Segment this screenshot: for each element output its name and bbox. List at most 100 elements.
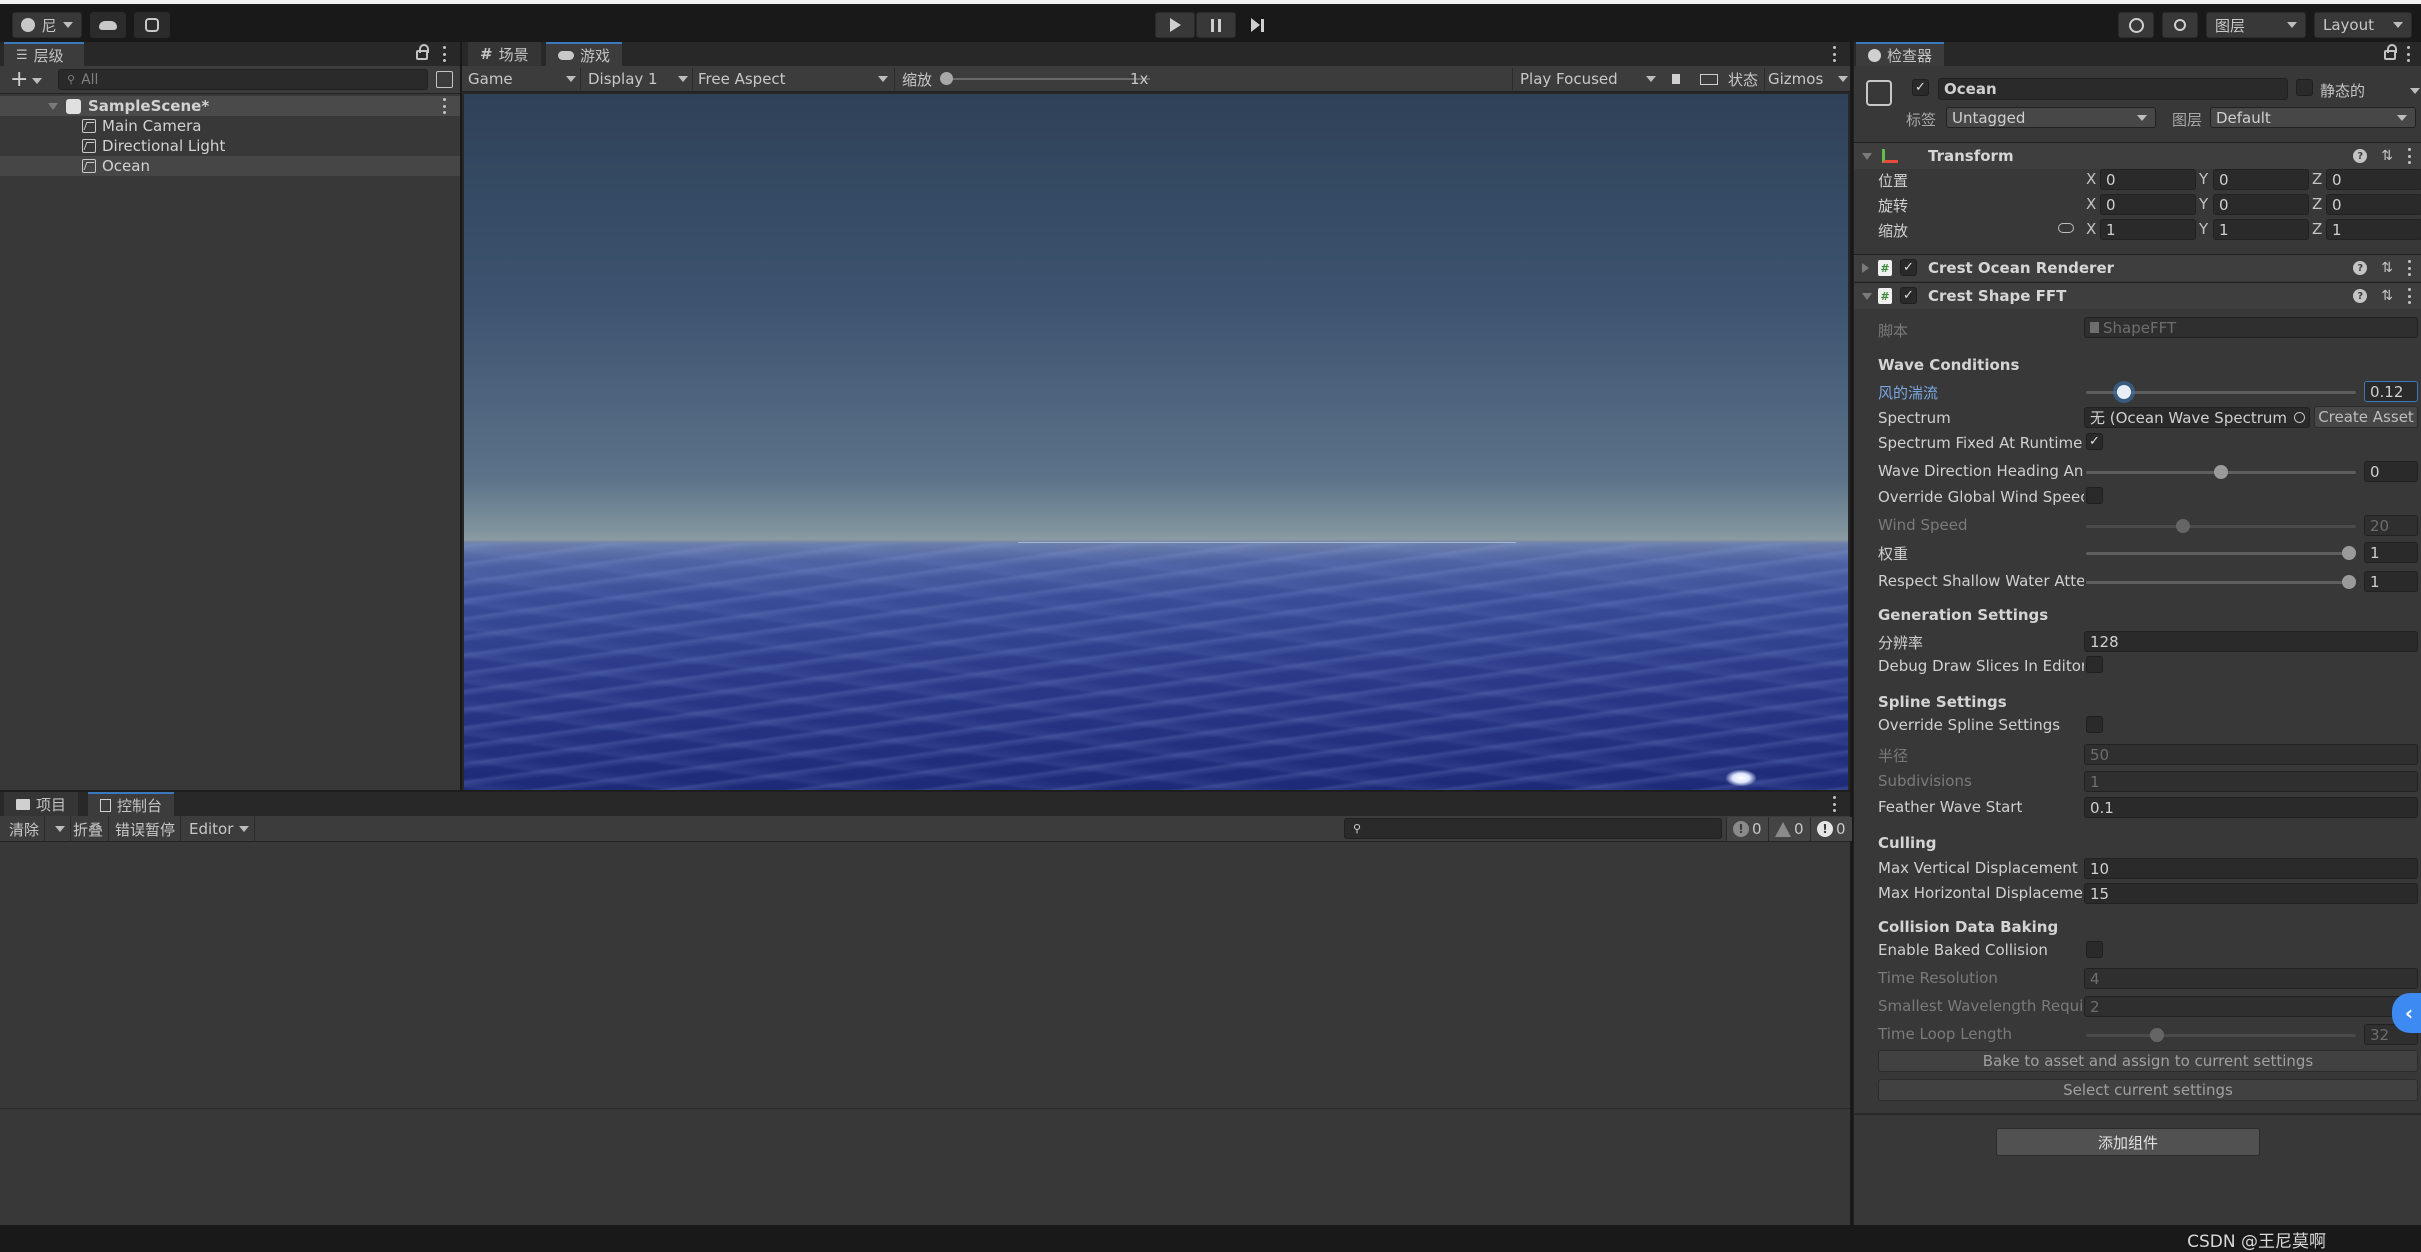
transform-x-input[interactable]: 0 [2100, 194, 2196, 215]
slider-thumb[interactable] [2116, 385, 2131, 399]
fold-icon[interactable] [1862, 263, 1869, 273]
play-button[interactable] [1155, 12, 1195, 38]
fold-icon[interactable] [1862, 292, 1872, 300]
tag-dropdown[interactable]: Untagged [1946, 107, 2156, 128]
transform-y-input[interactable]: 1 [2213, 219, 2309, 240]
bake-to-asset-button[interactable]: Bake to asset and assign to current sett… [1878, 1050, 2418, 1072]
play-mode-dropdown[interactable]: Play Focused [1520, 66, 1656, 92]
crest-ocean-renderer-header[interactable]: # ✓ Crest Ocean Renderer ? ⇅ [1854, 254, 2421, 281]
help-icon[interactable]: ? [2353, 289, 2368, 303]
help-icon[interactable]: ? [2353, 261, 2368, 275]
warning-filter-toggle[interactable]: 0 [1768, 817, 1810, 841]
wind-turbulence-input[interactable]: 0.12 [2364, 381, 2418, 402]
max-horizontal-input[interactable]: 15 [2084, 883, 2418, 904]
account-dropdown[interactable]: 尼 [12, 12, 82, 38]
presets-icon[interactable]: ⇅ [2381, 148, 2393, 164]
component-enabled-checkbox[interactable]: ✓ [1900, 259, 1917, 276]
chevron-down-icon[interactable] [32, 78, 42, 84]
transform-y-input[interactable]: 0 [2213, 194, 2309, 215]
search-button[interactable] [2162, 12, 2198, 38]
scene-row[interactable]: SampleScene* [0, 96, 460, 116]
override-spline-checkbox[interactable] [2086, 716, 2103, 733]
error-pause-toggle[interactable]: 错误暂停 [110, 816, 182, 842]
max-vertical-input[interactable]: 10 [2084, 858, 2418, 879]
select-current-settings-button[interactable]: Select current settings [1878, 1079, 2418, 1101]
override-wind-checkbox[interactable] [2086, 487, 2103, 504]
fold-icon[interactable] [1862, 152, 1872, 160]
stats-toggle[interactable]: 状态 [1728, 66, 1758, 92]
hierarchy-item-selected[interactable]: Ocean [0, 156, 460, 176]
collab-button[interactable] [134, 12, 170, 38]
gizmos-dropdown[interactable] [1832, 66, 1848, 92]
constrain-proportions-icon[interactable] [2058, 223, 2074, 233]
shallow-water-input[interactable]: 1 [2364, 571, 2418, 592]
tab-inspector[interactable]: 检查器 [1856, 42, 1944, 66]
spectrum-fixed-checkbox[interactable]: ✓ [2086, 433, 2103, 450]
create-asset-button[interactable]: Create Asset [2314, 406, 2418, 428]
hierarchy-search-input[interactable]: ⚲ All [58, 69, 428, 90]
clear-options-dropdown[interactable] [44, 816, 71, 842]
presets-icon[interactable]: ⇅ [2381, 260, 2393, 276]
script-field[interactable]: ShapeFFT [2084, 317, 2418, 338]
more-options-icon[interactable] [442, 98, 446, 114]
object-picker-icon[interactable] [2294, 412, 2305, 423]
scale-slider[interactable] [940, 72, 1150, 85]
scale-slider-thumb[interactable] [940, 72, 953, 85]
wave-direction-input[interactable]: 0 [2364, 461, 2418, 482]
enable-baked-checkbox[interactable] [2086, 941, 2103, 958]
tab-project[interactable]: 项目 [4, 792, 79, 816]
object-name-input[interactable]: Ocean [1938, 78, 2288, 100]
cloud-button[interactable] [90, 12, 126, 38]
lock-icon[interactable] [2384, 44, 2397, 60]
add-icon[interactable]: + [10, 67, 28, 92]
weight-input[interactable]: 1 [2364, 542, 2418, 563]
collapse-toggle[interactable]: 折叠 [68, 816, 110, 842]
clear-button[interactable]: 清除 [4, 816, 46, 842]
hierarchy-item[interactable]: Directional Light [0, 136, 460, 156]
tab-game[interactable]: 游戏 [546, 42, 623, 66]
add-component-button[interactable]: 添加组件 [1996, 1128, 2260, 1156]
feather-input[interactable]: 0.1 [2084, 797, 2418, 818]
slider-thumb[interactable] [2214, 465, 2228, 479]
static-dropdown-icon[interactable] [2410, 88, 2420, 94]
aspect-dropdown[interactable]: Free Aspect [698, 66, 888, 92]
tab-hierarchy[interactable]: ☰ 层级 [4, 42, 84, 66]
presets-icon[interactable]: ⇅ [2381, 288, 2393, 304]
static-checkbox[interactable] [2296, 79, 2313, 96]
layers-dropdown[interactable]: 图层 [2206, 12, 2306, 38]
transform-header[interactable]: Transform ? ⇅ [1854, 142, 2421, 169]
active-checkbox[interactable]: ✓ [1912, 79, 1929, 96]
weight-slider[interactable] [2086, 546, 2356, 560]
transform-x-input[interactable]: 0 [2100, 169, 2196, 190]
component-enabled-checkbox[interactable]: ✓ [1900, 287, 1917, 304]
wave-direction-slider[interactable] [2086, 465, 2356, 479]
more-options-icon[interactable] [2407, 260, 2411, 276]
sidebar-collapse-button[interactable]: ‹ [2392, 993, 2421, 1033]
view-mode-dropdown[interactable]: Game [468, 66, 576, 92]
crest-shape-fft-header[interactable]: # ✓ Crest Shape FFT ? ⇅ [1854, 282, 2421, 309]
transform-y-input[interactable]: 0 [2213, 169, 2309, 190]
transform-z-input[interactable]: 1 [2326, 219, 2421, 240]
shortcuts-toggle[interactable] [1694, 66, 1724, 92]
editor-dropdown[interactable]: Editor [184, 816, 256, 842]
more-options-icon[interactable] [1832, 46, 1836, 62]
slider-thumb[interactable] [2342, 546, 2356, 560]
layout-dropdown[interactable]: Layout [2314, 12, 2412, 38]
step-button[interactable] [1237, 12, 1277, 38]
resolution-input[interactable]: 128 [2084, 631, 2418, 652]
spectrum-object-field[interactable]: 无 (Ocean Wave Spectrum [2084, 407, 2310, 428]
gizmos-toggle[interactable]: Gizmos [1768, 66, 1823, 92]
transform-z-input[interactable]: 0 [2326, 169, 2421, 190]
layer-dropdown[interactable]: Default [2210, 107, 2416, 128]
scene-visibility-icon[interactable] [436, 71, 453, 88]
lock-icon[interactable] [416, 44, 429, 60]
more-options-icon[interactable] [2407, 148, 2411, 164]
shallow-water-slider[interactable] [2086, 575, 2356, 589]
error-filter-toggle[interactable]: ! 0 [1810, 817, 1852, 841]
slider-thumb[interactable] [2342, 575, 2356, 589]
console-split-divider[interactable] [0, 1108, 1850, 1109]
transform-x-input[interactable]: 1 [2100, 219, 2196, 240]
game-viewport[interactable] [464, 94, 1848, 790]
debug-draw-checkbox[interactable] [2086, 656, 2103, 673]
history-button[interactable] [2118, 12, 2154, 38]
